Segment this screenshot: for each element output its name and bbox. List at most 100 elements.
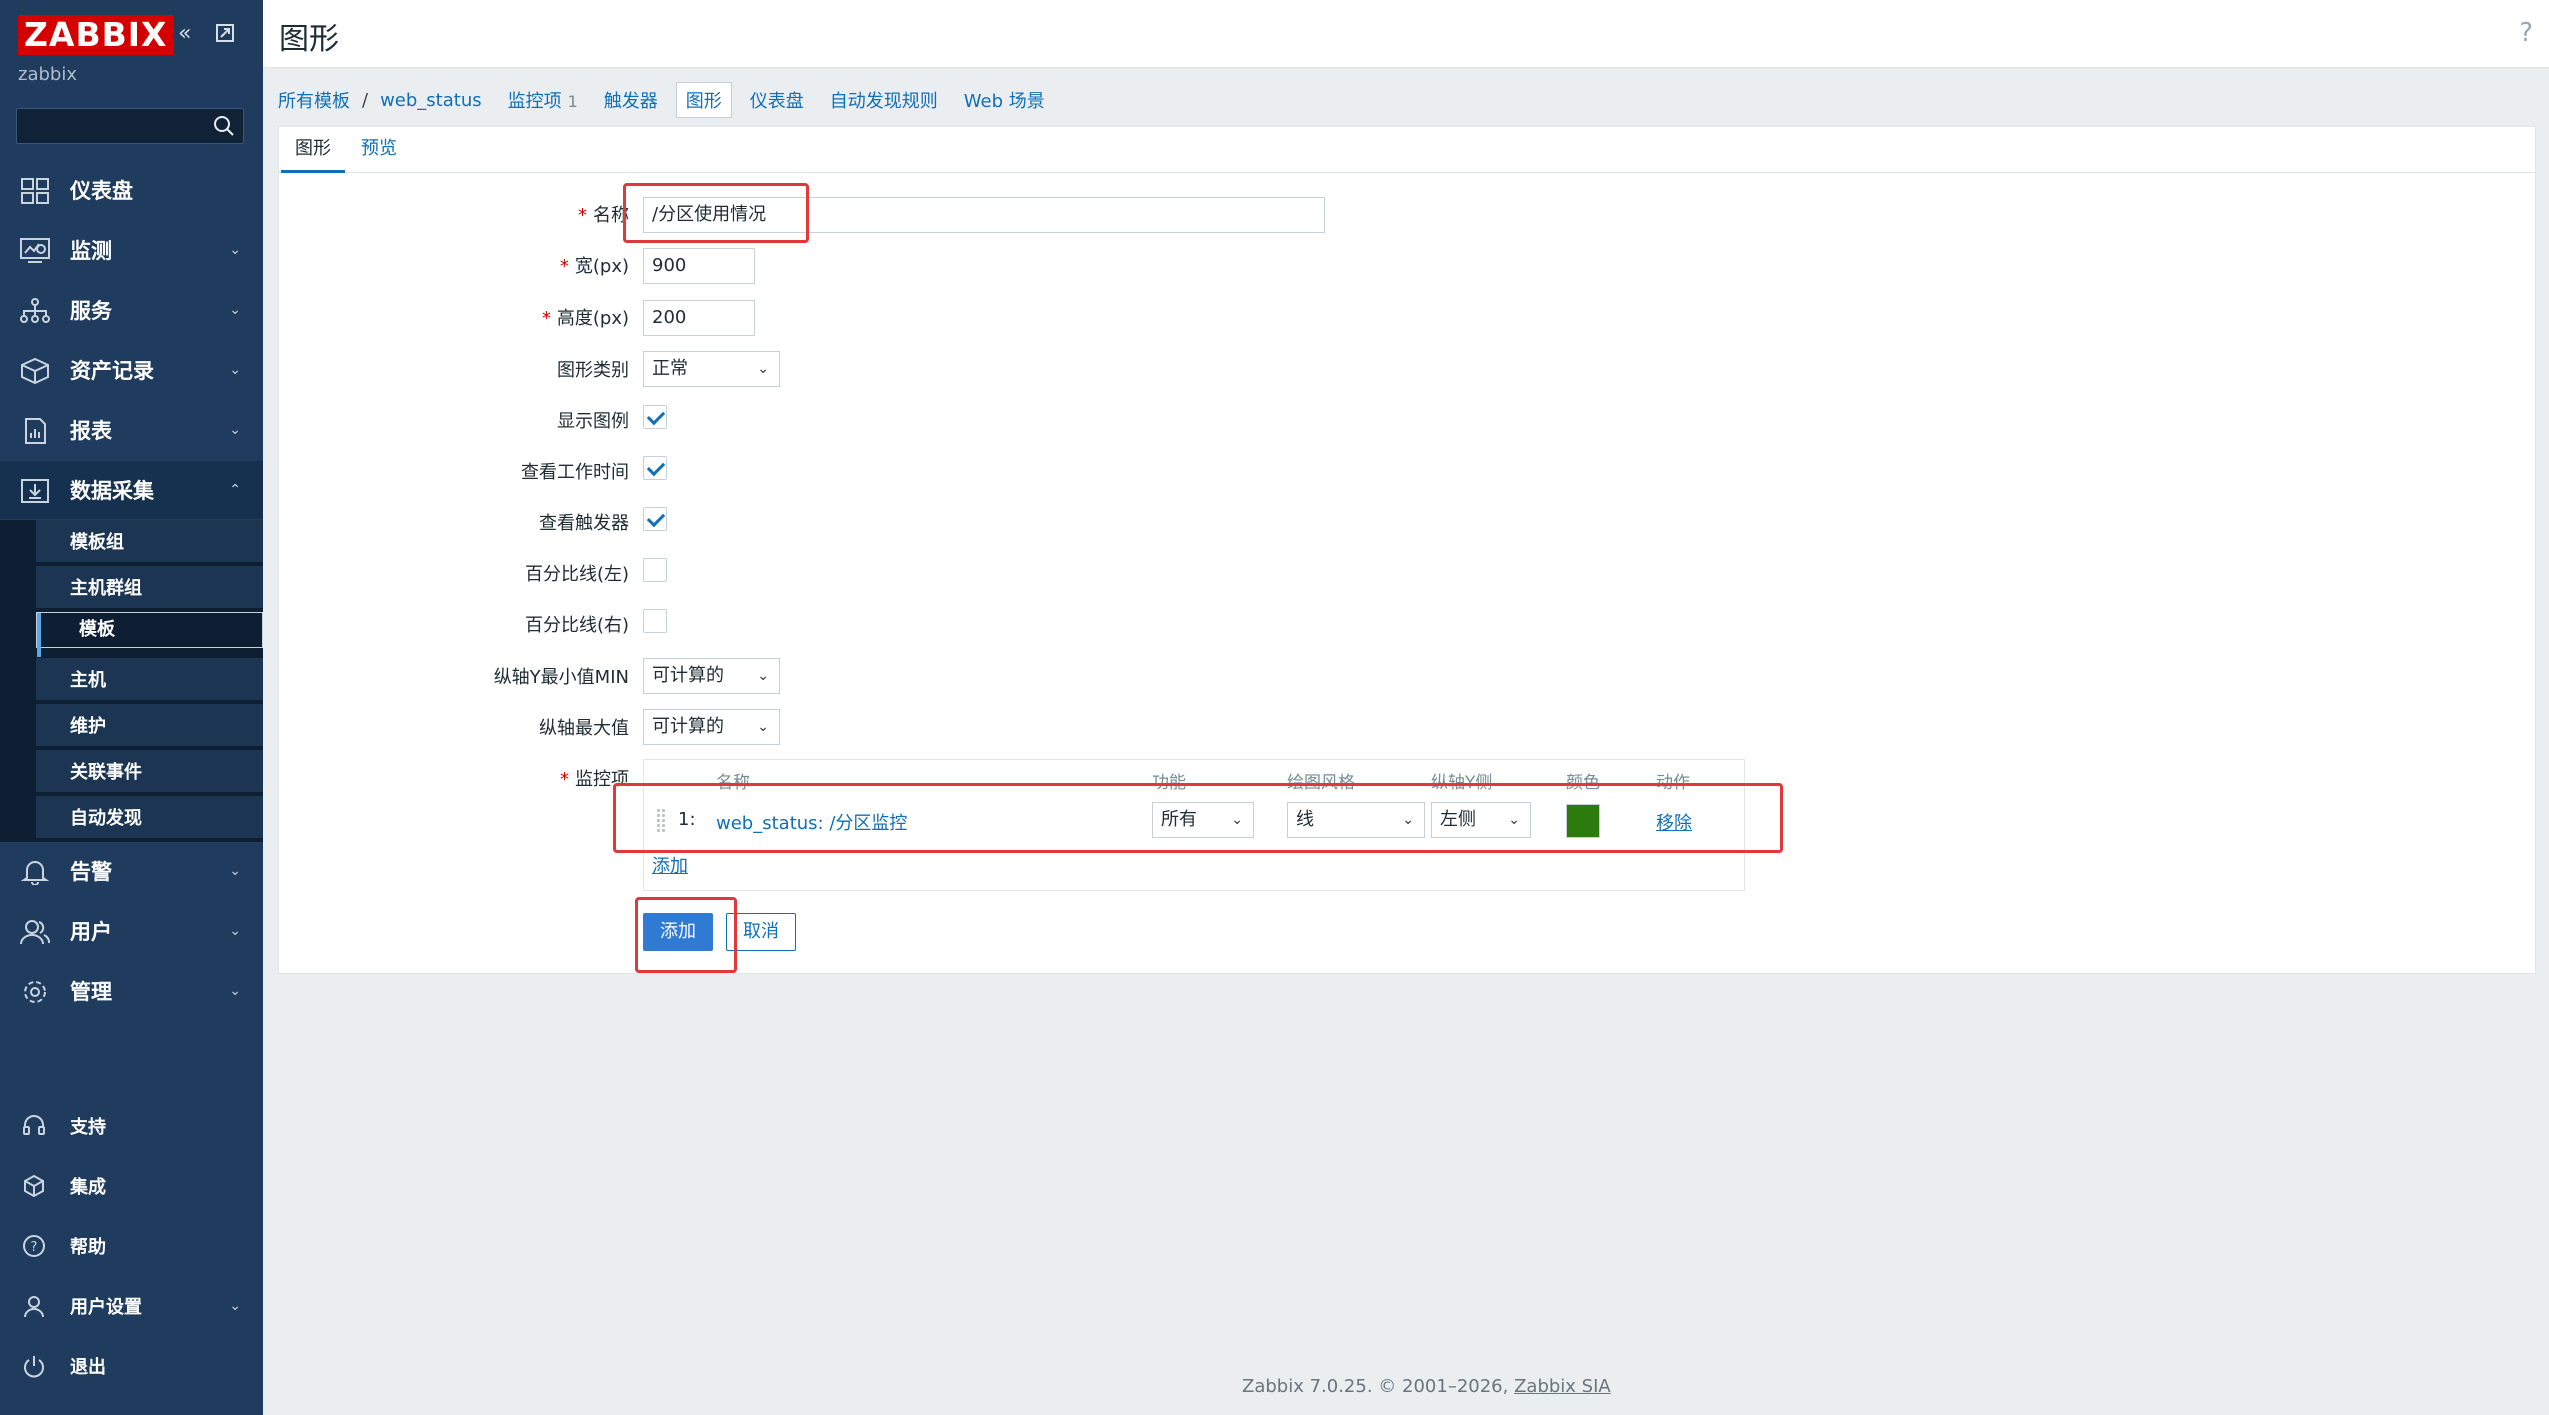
tab-preview[interactable]: 预览 [347, 127, 411, 173]
sidebar: ZABBIX « zabbix 仪表盘 监测 ⌄ 服务 ⌄ 资产记录 ⌄ 报表 … [0, 0, 263, 1415]
dashboard-icon [21, 178, 49, 204]
nav-dashboards[interactable]: 仪表盘 [750, 87, 804, 113]
nav-graphs[interactable]: 图形 [675, 82, 732, 118]
height-input[interactable]: 200 [643, 300, 755, 336]
bell-icon [20, 861, 50, 885]
server-name: zabbix [18, 64, 77, 85]
chevron-down-icon: ⌄ [229, 302, 241, 318]
sidebar-search-input[interactable] [16, 108, 244, 144]
sidebar-item-administration[interactable]: 管理 ⌄ [0, 962, 263, 1020]
headset-icon [23, 1115, 45, 1135]
submenu-item-event-correlation[interactable]: 关联事件 [36, 750, 263, 794]
width-input[interactable]: 900 [643, 248, 755, 284]
graph-type-select[interactable]: 正常 ⌄ [643, 351, 780, 387]
nav-items-label: 监控项 [507, 91, 562, 112]
sidebar-item-label: 资产记录 [70, 359, 154, 383]
ymin-label: 纵轴Y最小值MIN [493, 667, 629, 688]
form-tabs: 图形 预览 [279, 127, 2535, 173]
name-label: * 名称 [578, 205, 629, 226]
footer-text: Zabbix 7.0.25. © 2001–2026, [1242, 1376, 1509, 1397]
breadcrumb: 所有模板 / web_status 监控项 1 触发器 图形 仪表盘 自动发现规则… [278, 82, 1071, 118]
show-legend-label: 显示图例 [557, 411, 629, 432]
percent-left-checkbox[interactable] [643, 558, 667, 582]
highlight-item-row-box [613, 783, 1783, 853]
sidebar-item-label: 服务 [70, 299, 112, 323]
sidebar-item-sign-out[interactable]: 退出 [0, 1341, 263, 1391]
sidebar-item-users[interactable]: 用户 ⌄ [0, 902, 263, 960]
submenu-item-discovery[interactable]: 自动发现 [36, 796, 263, 840]
add-item-link[interactable]: 添加 [652, 852, 688, 878]
chevron-down-icon: ⌄ [229, 983, 241, 999]
chevron-down-icon: ⌄ [229, 422, 241, 438]
submenu-item-hosts[interactable]: 主机 [36, 658, 263, 702]
sidebar-item-label: 支持 [70, 1117, 106, 1138]
sidebar-item-label: 监测 [70, 239, 112, 263]
monitoring-icon [20, 238, 50, 263]
sidebar-item-reports[interactable]: 报表 ⌄ [0, 401, 263, 459]
show-triggers-checkbox[interactable] [643, 507, 667, 531]
show-worktime-label: 查看工作时间 [521, 462, 629, 483]
ymax-type-select[interactable]: 可计算的 ⌄ [643, 709, 780, 745]
sidebar-item-dashboards[interactable]: 仪表盘 [0, 161, 263, 219]
ymin-type-select[interactable]: 可计算的 ⌄ [643, 658, 780, 694]
sidebar-item-help[interactable]: ? 帮助 [0, 1221, 263, 1271]
sidebar-item-label: 管理 [70, 980, 112, 1004]
sidebar-item-label: 退出 [70, 1357, 106, 1378]
sidebar-item-label: 仪表盘 [70, 179, 133, 203]
submenu-label: 主机群组 [70, 578, 142, 599]
chevron-up-icon: ⌃ [229, 482, 241, 498]
footer: Zabbix 7.0.25. © 2001–2026, Zabbix SIA [1242, 1376, 1611, 1397]
page-title: 图形 [279, 22, 339, 57]
submenu-item-template-groups[interactable]: 模板组 [36, 520, 263, 564]
breadcrumb-template[interactable]: web_status [380, 90, 482, 111]
inventory-box-icon [21, 358, 49, 384]
submenu-label: 关联事件 [70, 762, 142, 783]
footer-company-link[interactable]: Zabbix SIA [1514, 1376, 1611, 1397]
kiosk-mode-icon[interactable] [214, 22, 236, 50]
nav-items[interactable]: 监控项 1 [508, 87, 578, 113]
show-worktime-checkbox[interactable] [643, 456, 667, 480]
breadcrumb-separator: / [362, 89, 369, 111]
chevron-down-icon: ⌄ [229, 863, 241, 879]
submenu-item-host-groups[interactable]: 主机群组 [36, 566, 263, 610]
sidebar-item-support[interactable]: 支持 [0, 1101, 263, 1151]
submenu-item-templates[interactable]: 模板 [36, 612, 263, 657]
sidebar-item-user-settings[interactable]: 用户设置 ⌄ [0, 1281, 263, 1331]
chevron-down-icon: ⌄ [757, 668, 769, 684]
nav-web-scenarios[interactable]: Web 场景 [964, 87, 1045, 113]
submenu-label: 维护 [70, 716, 106, 737]
reports-icon [25, 418, 46, 444]
height-label: * 高度(px) [541, 308, 629, 329]
sidebar-item-data-collection[interactable]: 数据采集 ⌃ [0, 461, 263, 519]
show-triggers-label: 查看触发器 [539, 513, 629, 534]
collapse-sidebar-icon[interactable]: « [178, 22, 191, 46]
power-icon [24, 1356, 44, 1378]
search-icon[interactable] [213, 115, 235, 137]
sidebar-item-integrations[interactable]: 集成 [0, 1161, 263, 1211]
sidebar-item-label: 用户 [70, 920, 112, 944]
show-legend-checkbox[interactable] [643, 405, 667, 429]
nav-discovery-rules[interactable]: 自动发现规则 [830, 87, 938, 113]
nav-triggers[interactable]: 触发器 [604, 87, 658, 113]
width-label: * 宽(px) [559, 256, 629, 277]
sidebar-item-monitoring[interactable]: 监测 ⌄ [0, 221, 263, 279]
items-label: * 监控项 [560, 769, 629, 790]
percent-right-checkbox[interactable] [643, 609, 667, 633]
sidebar-item-inventory[interactable]: 资产记录 ⌄ [0, 341, 263, 399]
sidebar-item-alerts[interactable]: 告警 ⌄ [0, 842, 263, 900]
zabbix-logo[interactable]: ZABBIX [18, 15, 174, 55]
submenu-item-maintenance[interactable]: 维护 [36, 704, 263, 748]
sidebar-item-label: 告警 [70, 860, 112, 884]
sidebar-item-services[interactable]: 服务 ⌄ [0, 281, 263, 339]
sidebar-item-label: 用户设置 [70, 1297, 142, 1318]
help-circle-icon: ? [23, 1235, 45, 1257]
submenu-label: 主机 [70, 670, 106, 691]
items-count: 1 [567, 92, 578, 111]
submenu-label: 模板 [79, 619, 115, 640]
highlight-add-button-box [635, 897, 737, 973]
tab-graph[interactable]: 图形 [281, 127, 345, 173]
help-icon[interactable]: ? [2519, 18, 2533, 48]
breadcrumb-all-templates[interactable]: 所有模板 [278, 87, 350, 113]
services-icon [20, 298, 50, 323]
graph-form-card: 图形 预览 * 名称 /分区使用情况 * 宽(px) 900 * 高度(px) 200… [278, 126, 2536, 974]
